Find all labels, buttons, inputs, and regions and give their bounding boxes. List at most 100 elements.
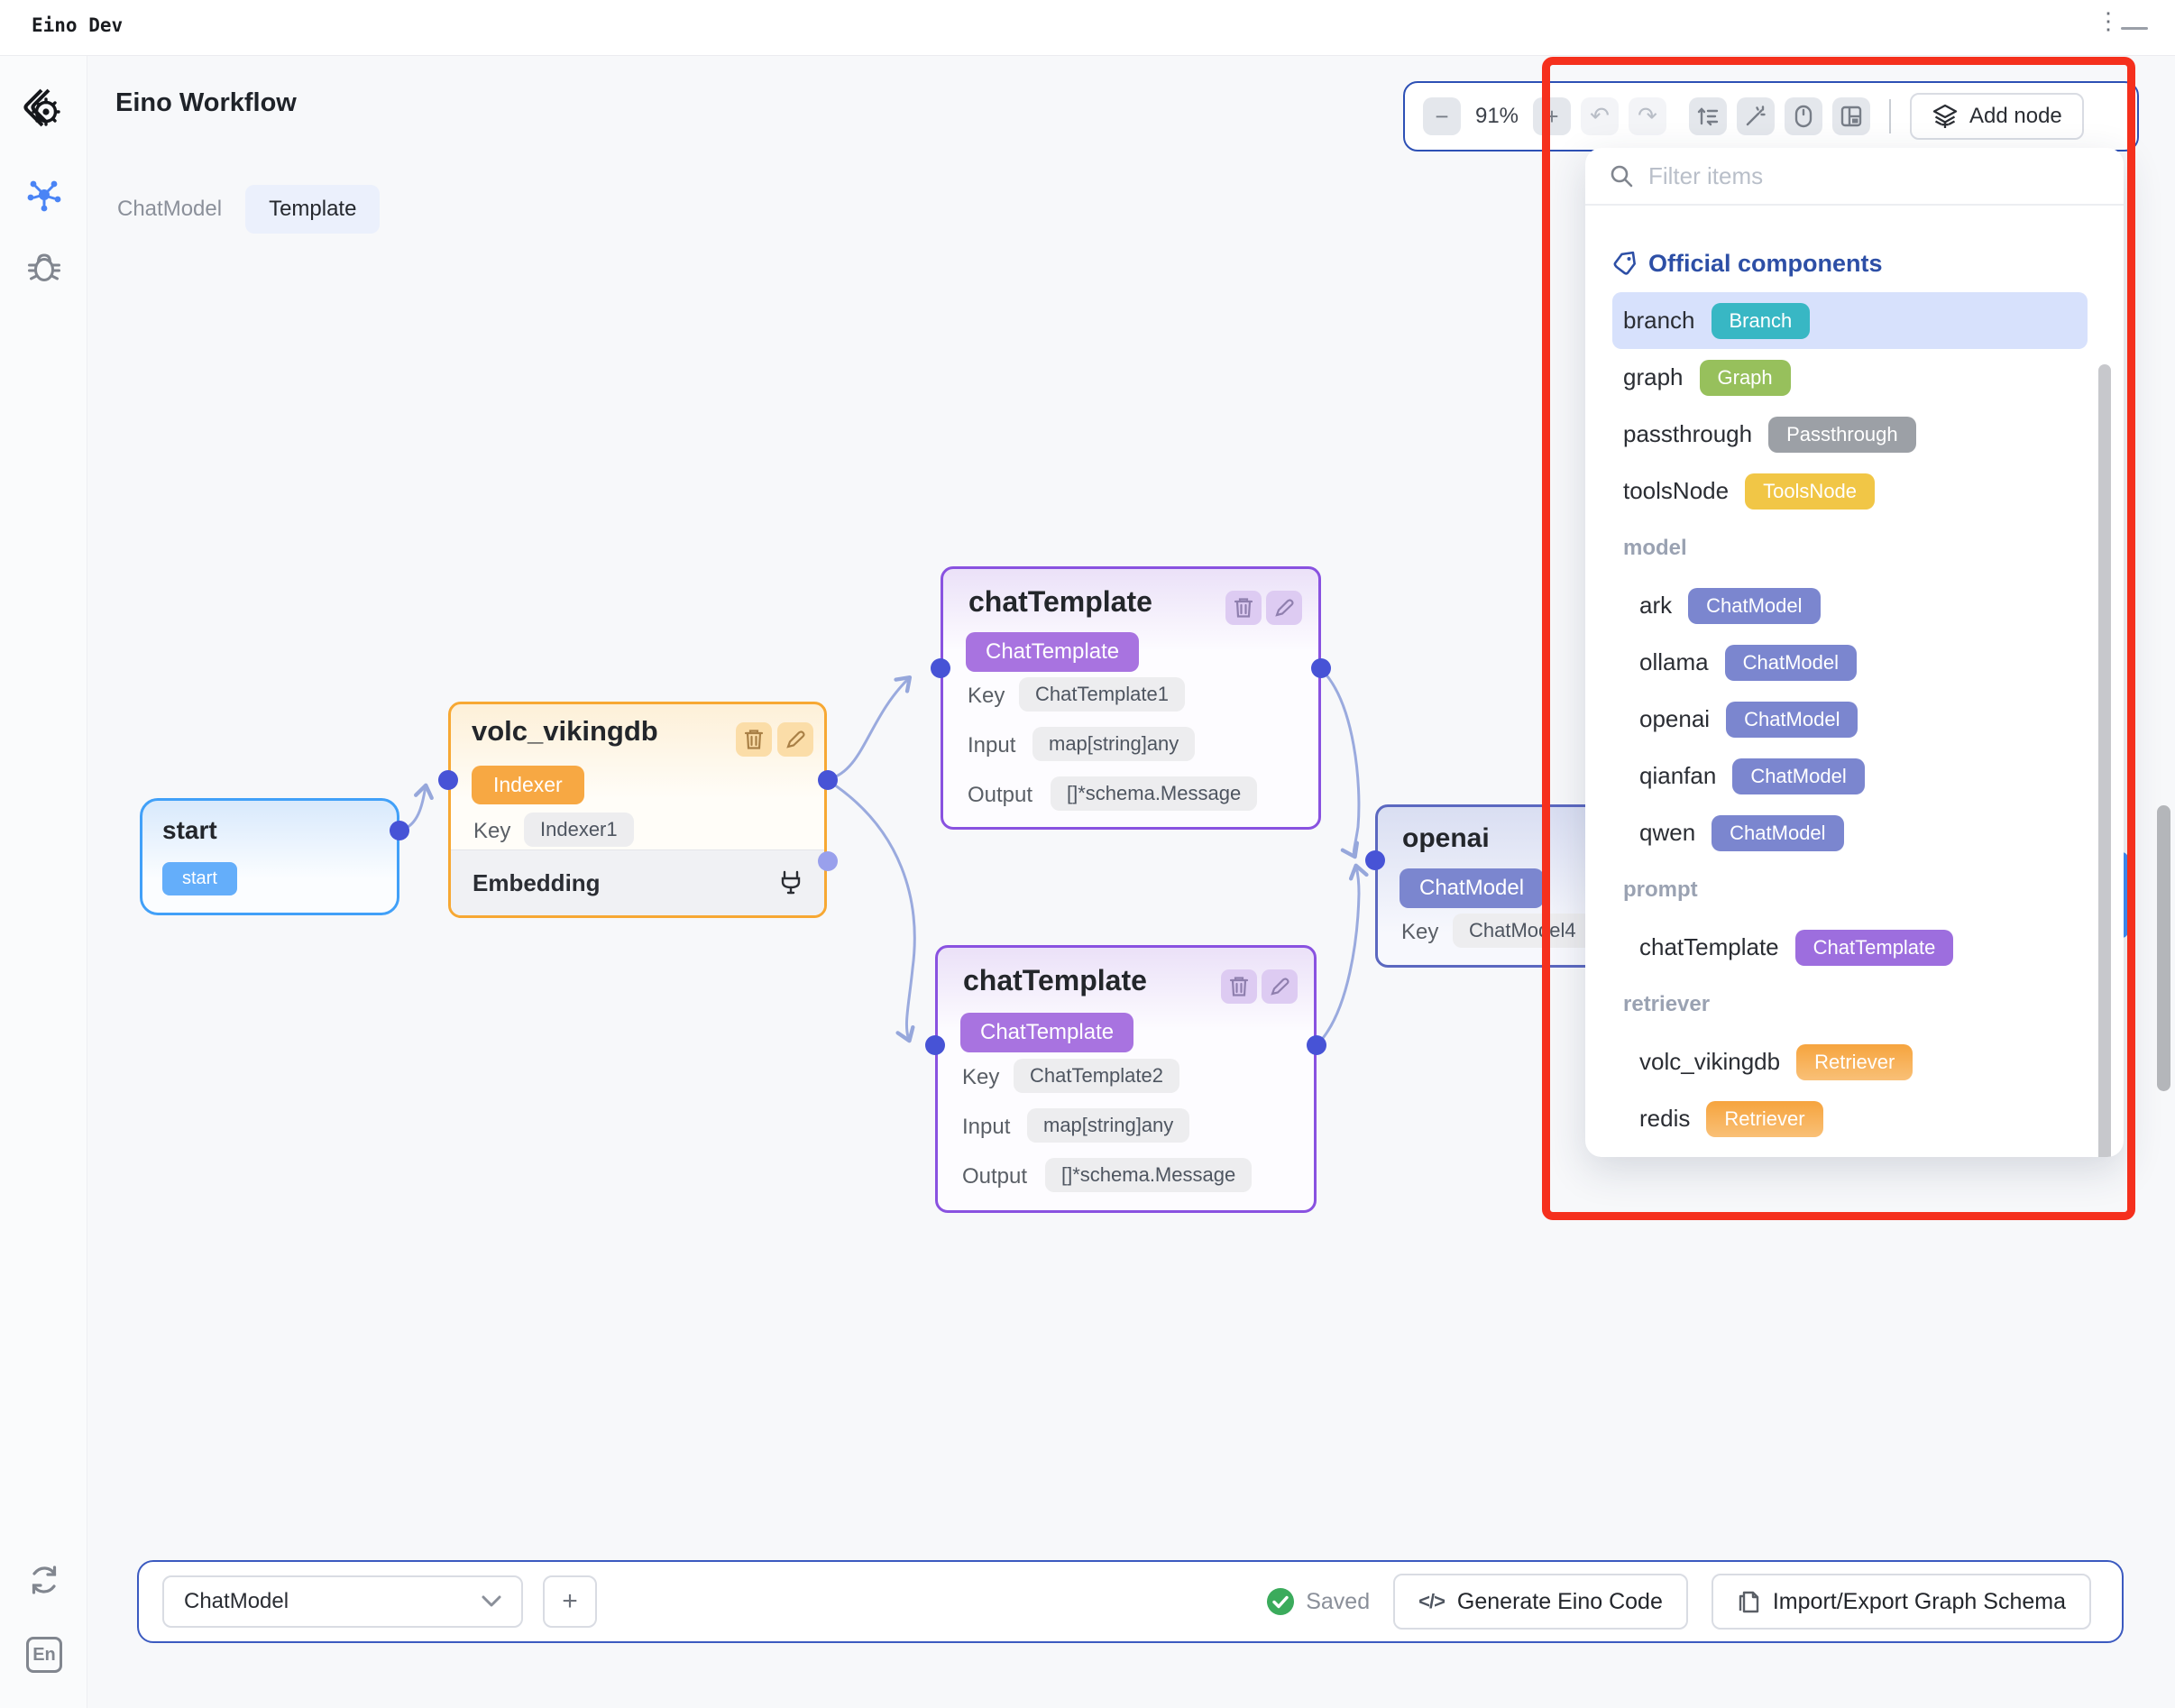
component-item-openai[interactable]: openai ChatModel [1612,691,2088,748]
refresh-icon[interactable] [22,1557,67,1602]
section-retriever: retriever [1612,976,2088,1033]
key-value: ChatModel4 [1453,914,1592,948]
zoom-level: 91% [1471,104,1523,129]
zoom-in-button[interactable]: + [1533,97,1571,135]
component-item-graph[interactable]: graph Graph [1612,349,2088,406]
node-chattemplate-2[interactable]: chatTemplate ChatTemplate Key ChatTempla… [935,945,1317,1213]
component-item-passthrough[interactable]: passthrough Passthrough [1612,406,2088,463]
undo-button[interactable]: ↶ [1581,97,1619,135]
magic-wand-button[interactable] [1737,97,1775,135]
component-item-ollama[interactable]: ollama ChatModel [1612,634,2088,691]
component-type-badge: Passthrough [1768,417,1916,453]
node-title: openai [1402,823,1490,854]
edit-node-button[interactable] [1262,969,1298,1004]
component-item-toolsnode[interactable]: toolsNode ToolsNode [1612,463,2088,519]
import-export-label: Import/Export Graph Schema [1773,1589,2066,1615]
code-icon: </> [1418,1590,1445,1613]
node-type-badge: start [162,862,237,895]
edge-chattemplate1-to-openai[interactable] [1323,671,1359,856]
component-type-badge: ChatModel [1712,815,1843,851]
component-name: chatTemplate [1639,933,1779,961]
input-label: Input [968,733,1015,758]
add-node-button[interactable]: Add node [1910,93,2084,140]
generate-code-button[interactable]: </> Generate Eino Code [1393,1574,1688,1630]
component-name: openai [1639,705,1710,733]
pencil-icon [1274,598,1294,618]
language-icon[interactable]: En [22,1632,67,1677]
trash-icon [744,729,764,750]
save-status: Saved [1266,1587,1370,1616]
key-label: Key [968,684,1005,709]
mouse-mode-button[interactable] [1785,97,1822,135]
delete-node-button[interactable] [736,722,772,757]
debug-icon[interactable] [22,243,67,289]
key-label: Key [473,819,510,844]
input-value: map[string]any [1032,727,1195,761]
component-name: ollama [1639,648,1709,676]
node-title: start [162,816,217,845]
key-label: Key [962,1065,999,1090]
chevron-down-icon [482,1595,501,1608]
toolbar-divider [1889,99,1891,133]
panel-scrollbar[interactable] [2098,364,2111,1157]
component-item-branch[interactable]: branch Branch [1612,292,2088,349]
auto-layout-button[interactable] [1689,97,1727,135]
add-graph-button[interactable]: + [543,1575,597,1628]
node-title: chatTemplate [968,585,1152,619]
node-chattemplate-1[interactable]: chatTemplate ChatTemplate Key ChatTempla… [941,566,1321,830]
redo-icon: ↷ [1638,103,1657,130]
minimap-button[interactable] [1832,97,1870,135]
page-title: Eino Workflow [115,88,297,118]
app-title: Eino Dev [32,14,123,36]
redo-button[interactable]: ↷ [1629,97,1666,135]
node-type-badge: Indexer [472,766,584,804]
input-label: Input [962,1115,1010,1140]
node-title: chatTemplate [963,964,1147,997]
delete-node-button[interactable] [1225,591,1262,625]
tab-chatmodel[interactable]: ChatModel [117,197,222,222]
key-label: Key [1401,920,1438,945]
component-type-badge: Branch [1712,303,1811,339]
minus-icon: − [1435,103,1448,131]
workflow-nav-icon[interactable] [22,171,67,216]
edge-volc-to-chattemplate2[interactable] [829,781,914,1040]
edge-start-to-volc[interactable] [400,786,426,831]
node-volc-vikingdb[interactable]: volc_vikingdb Indexer Key Indexer1 Embed… [448,702,827,918]
help-icon[interactable]: ? [22,1704,67,1708]
graph-tabs: ChatModel Template [117,185,380,234]
window-minimize-icon[interactable] [2121,27,2148,30]
component-item-qianfan[interactable]: qianfan ChatModel [1612,748,2088,804]
edge-volc-to-chattemplate1[interactable] [829,678,909,779]
edit-node-button[interactable] [1266,591,1302,625]
component-item-qwen[interactable]: qwen ChatModel [1612,804,2088,861]
delete-node-button[interactable] [1221,969,1257,1004]
tag-icon [1612,251,1638,276]
trash-icon [1229,976,1249,997]
zoom-out-button[interactable]: − [1423,97,1461,135]
footer-bar: ChatModel + Saved </> Generate Eino Code… [137,1560,2124,1643]
component-name: toolsNode [1623,477,1729,505]
component-type-badge: ChatModel [1688,588,1820,624]
component-name: qwen [1639,819,1695,847]
edit-node-button[interactable] [777,722,813,757]
node-start[interactable]: start start [140,798,399,915]
component-name: redis [1639,1105,1690,1133]
embedding-slot[interactable]: Embedding [451,849,824,915]
node-type-badge: ChatTemplate [960,1013,1133,1052]
trash-icon [1234,597,1253,619]
graph-type-select[interactable]: ChatModel [162,1575,523,1628]
component-item-ark[interactable]: ark ChatModel [1612,577,2088,634]
check-circle-icon [1266,1587,1295,1616]
edge-chattemplate2-to-openai[interactable] [1318,867,1359,1043]
component-item-chattemplate[interactable]: chatTemplate ChatTemplate [1612,919,2088,976]
component-item-volc-vikingdb[interactable]: volc_vikingdb Retriever [1612,1033,2088,1090]
component-item-redis[interactable]: redis Retriever [1612,1090,2088,1147]
tab-template[interactable]: Template [245,185,380,234]
filter-items-input[interactable] [1648,162,2045,190]
window-menu-icon[interactable]: ⋮ [2097,7,2120,35]
window-scrollbar[interactable] [2157,805,2170,1091]
component-type-badge: Retriever [1796,1044,1913,1080]
component-type-badge: ChatModel [1726,702,1858,738]
component-list: Official components branch Branch graph … [1585,207,2124,1157]
import-export-button[interactable]: Import/Export Graph Schema [1712,1574,2091,1630]
